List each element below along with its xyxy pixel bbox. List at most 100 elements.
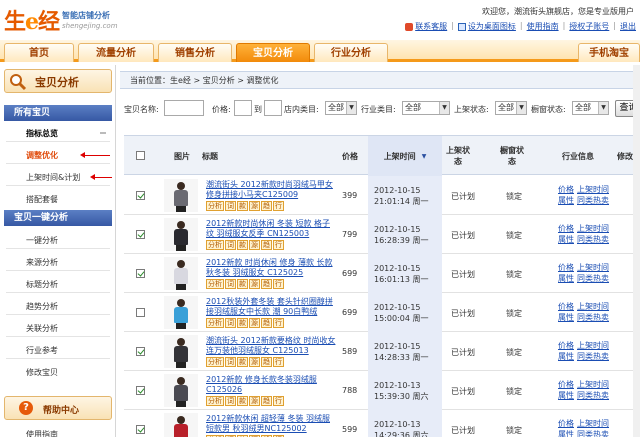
product-title-link[interactable]: 2012新款 修身长款冬装羽绒服 C125026 — [206, 375, 336, 395]
industry-category-select[interactable]: 全部 ▼ — [402, 101, 450, 115]
sidebar-item-optimize[interactable]: 调整优化 — [26, 150, 58, 161]
tag-button[interactable]: 款 — [237, 357, 248, 367]
nav-products[interactable]: 宝贝分析 — [236, 43, 310, 62]
tag-button[interactable]: 款 — [237, 201, 248, 211]
tag-button[interactable]: 行 — [273, 240, 284, 250]
hot-sale-link[interactable]: 同类热卖 — [577, 430, 609, 437]
price-link[interactable]: 价格 — [558, 224, 574, 233]
window-status-select[interactable]: 全部 ▼ — [572, 101, 609, 115]
listing-time-link[interactable]: 上架时间 — [577, 380, 609, 389]
product-thumbnail[interactable] — [164, 218, 198, 251]
tag-button[interactable]: 趋 — [261, 396, 272, 406]
listing-time-link[interactable]: 上架时间 — [577, 185, 609, 194]
price-link[interactable]: 价格 — [558, 341, 574, 350]
tag-button[interactable]: 趋 — [261, 279, 272, 289]
product-thumbnail[interactable] — [164, 179, 198, 212]
sidebar-item-bundle[interactable]: 搭配套餐 — [26, 194, 58, 205]
product-thumbnail[interactable] — [164, 413, 198, 437]
logo[interactable]: 生e经 — [4, 4, 60, 36]
tag-button[interactable]: 词 — [225, 240, 236, 250]
sidebar-item-trend[interactable]: 趋势分析 — [26, 301, 58, 312]
listing-time-link[interactable]: 上架时间 — [577, 341, 609, 350]
nav-home[interactable]: 首页 — [4, 43, 74, 62]
attribute-link[interactable]: 属性 — [558, 274, 574, 283]
tag-button[interactable]: 词 — [225, 357, 236, 367]
listing-time-link[interactable]: 上架时间 — [577, 419, 609, 428]
tag-button[interactable]: 款 — [237, 279, 248, 289]
product-title-link[interactable]: 2012新款 时尚休闲 修身 薄款 长款 秋冬装 羽绒服女 C125025 — [206, 258, 336, 278]
tag-button[interactable]: 分析 — [206, 318, 224, 328]
product-name-input[interactable] — [164, 100, 204, 116]
price-link[interactable]: 价格 — [558, 419, 574, 428]
product-title-link[interactable]: 2012新款时尚休闲 冬装 短款 格子纹 羽绒服女反季 CN125003 — [206, 219, 336, 239]
price-max-input[interactable] — [264, 100, 282, 116]
row-checkbox[interactable] — [136, 347, 145, 356]
product-title-link[interactable]: 潮流街头 2012新款时尚羽绒马甲女 修身拼接小马夹C125009 — [206, 180, 336, 200]
tag-button[interactable]: 词 — [225, 318, 236, 328]
listing-time-link[interactable]: 上架时间 — [577, 302, 609, 311]
price-min-input[interactable] — [234, 100, 252, 116]
sidebar-item-listing-time[interactable]: 上架时间&计划 — [26, 172, 80, 183]
tag-button[interactable]: 源 — [249, 201, 260, 211]
tag-button[interactable]: 行 — [273, 318, 284, 328]
sort-by-time[interactable]: 上架时间 ▼ — [368, 136, 442, 176]
nav-mobile-taobao[interactable]: 手机淘宝 — [578, 43, 640, 62]
tag-button[interactable]: 分析 — [206, 240, 224, 250]
product-title-link[interactable]: 2012秋装外套冬装 套头针织圈醇拼接羽绒服女中长款 潮 90白鸭绒 — [206, 297, 336, 317]
product-thumbnail[interactable] — [164, 374, 198, 407]
tag-button[interactable]: 源 — [249, 357, 260, 367]
product-title-link[interactable]: 2012新款休闲 超轻薄 冬装 羽绒服短款男 秋羽绒男NC125002 — [206, 414, 336, 434]
tag-button[interactable]: 源 — [249, 240, 260, 250]
help-center[interactable]: ? 帮助中心 — [4, 396, 112, 420]
sub-account-link[interactable]: 授权子账号 — [569, 21, 609, 32]
guide-link[interactable]: 使用指南 — [527, 21, 559, 32]
tag-button[interactable]: 趋 — [261, 357, 272, 367]
tag-button[interactable]: 分析 — [206, 201, 224, 211]
tag-button[interactable]: 源 — [249, 396, 260, 406]
tag-button[interactable]: 趋 — [261, 240, 272, 250]
tag-button[interactable]: 行 — [273, 279, 284, 289]
hot-sale-link[interactable]: 同类热卖 — [577, 391, 609, 400]
attribute-link[interactable]: 属性 — [558, 391, 574, 400]
attribute-link[interactable]: 属性 — [558, 196, 574, 205]
hot-sale-link[interactable]: 同类热卖 — [577, 352, 609, 361]
hot-sale-link[interactable]: 同类热卖 — [577, 313, 609, 322]
hot-sale-link[interactable]: 同类热卖 — [577, 196, 609, 205]
tag-button[interactable]: 分析 — [206, 396, 224, 406]
row-checkbox[interactable] — [136, 191, 145, 200]
sidebar-item-title[interactable]: 标题分析 — [26, 279, 58, 290]
tag-button[interactable]: 行 — [273, 396, 284, 406]
tag-button[interactable]: 源 — [249, 318, 260, 328]
shop-category-select[interactable]: 全部 ▼ — [325, 101, 357, 115]
sidebar-item-oneclick[interactable]: 一键分析 — [26, 235, 58, 246]
sidebar-item-edit-product[interactable]: 修改宝贝 — [26, 367, 58, 378]
tag-button[interactable]: 行 — [273, 201, 284, 211]
product-title-link[interactable]: 潮流街头 2012新款要格纹 时尚收女连万装他羽绒服女 C125013 — [206, 336, 336, 356]
row-checkbox[interactable] — [136, 269, 145, 278]
tag-button[interactable]: 款 — [237, 318, 248, 328]
product-thumbnail[interactable] — [164, 257, 198, 290]
tag-button[interactable]: 趋 — [261, 318, 272, 328]
logout-link[interactable]: 退出 — [620, 21, 636, 32]
desktop-icon-link[interactable]: 设为桌面图标 — [457, 21, 516, 32]
sidebar-item-guide[interactable]: 使用指南 — [26, 429, 58, 437]
nav-sales[interactable]: 销售分析 — [158, 43, 232, 62]
sidebar-item-source[interactable]: 来源分析 — [26, 257, 58, 268]
attribute-link[interactable]: 属性 — [558, 430, 574, 437]
price-link[interactable]: 价格 — [558, 185, 574, 194]
tag-button[interactable]: 趋 — [261, 201, 272, 211]
nav-industry[interactable]: 行业分析 — [314, 43, 388, 62]
attribute-link[interactable]: 属性 — [558, 313, 574, 322]
attribute-link[interactable]: 属性 — [558, 352, 574, 361]
price-link[interactable]: 价格 — [558, 302, 574, 311]
price-link[interactable]: 价格 — [558, 380, 574, 389]
listing-status-select[interactable]: 全部 ▼ — [495, 101, 527, 115]
tag-button[interactable]: 词 — [225, 396, 236, 406]
nav-traffic[interactable]: 流量分析 — [78, 43, 154, 62]
attribute-link[interactable]: 属性 — [558, 235, 574, 244]
tag-button[interactable]: 词 — [225, 279, 236, 289]
tag-button[interactable]: 分析 — [206, 279, 224, 289]
tag-button[interactable]: 款 — [237, 396, 248, 406]
listing-time-link[interactable]: 上架时间 — [577, 263, 609, 272]
sidebar-section-oneclick[interactable]: 宝贝一键分析 — [4, 210, 112, 226]
